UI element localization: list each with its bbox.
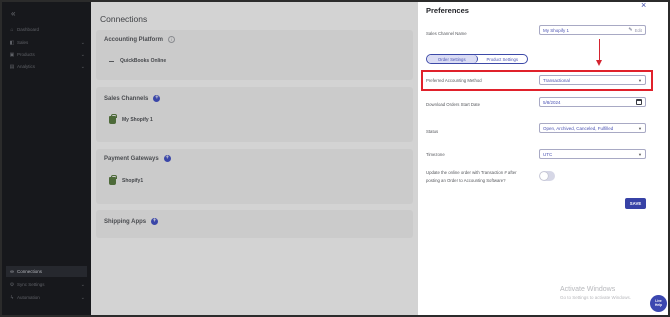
update-order-label-line1: Update the online order with Transaction… [426, 170, 517, 175]
close-icon[interactable]: × [641, 2, 646, 10]
sidebar-item-products[interactable]: ▣ Products ⌄ [6, 49, 87, 60]
shopify-icon [109, 175, 117, 185]
edit-button[interactable]: ✎ Edit [628, 27, 642, 33]
chevron-down-icon: ⌄ [80, 39, 85, 46]
status-select[interactable]: Open, Archived, Canceled, Fulfilled ▼ [539, 123, 646, 133]
sidebar-item-label: Connections [17, 269, 43, 274]
sidebar-item-label: Sales [17, 40, 29, 45]
save-button[interactable]: SAVE [625, 198, 646, 209]
live-help-button[interactable]: Live Help [650, 295, 667, 312]
sidebar-item-dashboard[interactable]: ⌂ Dashboard [6, 24, 87, 35]
dropdown-arrow-icon: ▼ [638, 78, 642, 83]
tab-order-settings[interactable]: Order Settings [427, 55, 478, 63]
connection-shopify1[interactable]: Shopify1 [109, 175, 143, 185]
dropdown-arrow-icon: ▼ [638, 126, 642, 131]
preferences-panel: Preferences × Sales Channel Name My Shop… [418, 2, 668, 315]
chevron-down-icon: ⌄ [80, 63, 85, 70]
accounting-method-label: Preferred Accounting Method [426, 78, 482, 83]
shipping-apps-card: Shipping Apps + [96, 210, 413, 238]
sidebar-item-sync-settings[interactable]: ⚙ Sync Settings ⌄ [6, 279, 87, 290]
live-help-line2: Help [655, 302, 662, 307]
settings-tabs: Order Settings Product Settings [426, 54, 528, 64]
sales-channel-name-label: Sales Channel Name [426, 31, 467, 36]
main-content: Connections Accounting Platform i QuickB… [91, 2, 418, 315]
app-window: « ⌂ Dashboard ◧ Sales ⌄ ▣ Products ⌄ ▤ A… [0, 0, 670, 317]
timezone-label: Timezone [426, 152, 445, 157]
chevron-down-icon: ⌄ [80, 51, 85, 58]
dropdown-arrow-icon: ▼ [638, 152, 642, 157]
connection-quickbooks[interactable]: QuickBooks Online [109, 58, 166, 64]
toggle-knob [540, 172, 548, 180]
info-icon[interactable]: i [168, 36, 176, 43]
start-date-label: Download Orders Start Date [426, 102, 480, 107]
chart-icon: ▤ [9, 63, 15, 70]
pencil-icon: ✎ [628, 27, 633, 33]
shopify-icon [109, 114, 117, 124]
home-icon: ⌂ [10, 26, 14, 33]
box-icon: ▣ [9, 51, 15, 58]
connection-my-shopify[interactable]: My Shopify 1 [109, 114, 153, 124]
sidebar-item-connections[interactable]: ∞ Connections [6, 266, 87, 277]
add-sales-channel-icon[interactable]: + [153, 95, 161, 102]
watermark-subtitle: Go to Settings to activate Windows. [560, 295, 632, 300]
link-icon: ∞ [10, 268, 14, 275]
sidebar-item-label: Products [17, 52, 35, 57]
timezone-select[interactable]: UTC ▼ [539, 149, 646, 159]
red-arrow-line [599, 39, 600, 61]
bolt-icon: ϟ [10, 294, 14, 301]
section-title-shipping-apps: Shipping Apps + [104, 218, 159, 225]
page-title: Connections [100, 14, 148, 24]
chevron-down-icon: ⌄ [80, 294, 85, 301]
section-title-accounting: Accounting Platform i [104, 36, 176, 43]
sales-channels-card: Sales Channels + My Shopify 1 [96, 87, 413, 142]
tab-product-settings[interactable]: Product Settings [478, 55, 528, 63]
update-order-toggle[interactable] [539, 171, 555, 181]
sidebar-item-automation[interactable]: ϟ Automation ⌄ [6, 292, 87, 303]
payment-gateways-card: Payment Gateways + Shopify1 [96, 149, 413, 204]
sidebar-item-label: Analytics [17, 64, 36, 69]
section-title-sales-channels: Sales Channels + [104, 95, 161, 102]
gear-icon: ⚙ [9, 281, 15, 288]
panel-title: Preferences [426, 6, 469, 15]
start-date-field[interactable]: 5/8/2024 [539, 97, 646, 107]
update-order-label-line2: posting an Order to Accounting Software? [426, 178, 506, 183]
collapse-sidebar-icon[interactable]: « [11, 10, 15, 18]
dash-icon [109, 60, 114, 62]
sales-channel-name-field[interactable]: My Shopify 1 ✎ Edit [539, 25, 646, 35]
sidebar-item-label: Automation [17, 295, 40, 300]
watermark-title: Activate Windows [560, 286, 616, 293]
chevron-down-icon: ⌄ [80, 281, 85, 288]
section-title-payment-gateways: Payment Gateways + [104, 155, 171, 162]
red-arrow-head [596, 60, 602, 66]
sidebar-item-analytics[interactable]: ▤ Analytics ⌄ [6, 61, 87, 72]
sidebar-item-label: Dashboard [17, 27, 40, 32]
accounting-method-select[interactable]: Transactional ▼ [539, 75, 646, 85]
add-payment-gateway-icon[interactable]: + [163, 155, 171, 162]
sidebar-item-label: Sync Settings [17, 282, 45, 287]
cart-icon: ◧ [9, 39, 15, 46]
status-label: Status [426, 129, 439, 134]
add-shipping-app-icon[interactable]: + [151, 218, 159, 225]
calendar-icon[interactable] [636, 99, 642, 105]
sidebar-item-sales[interactable]: ◧ Sales ⌄ [6, 37, 87, 48]
accounting-platform-card: Accounting Platform i QuickBooks Online [96, 30, 413, 80]
sidebar: « ⌂ Dashboard ◧ Sales ⌄ ▣ Products ⌄ ▤ A… [2, 2, 91, 315]
